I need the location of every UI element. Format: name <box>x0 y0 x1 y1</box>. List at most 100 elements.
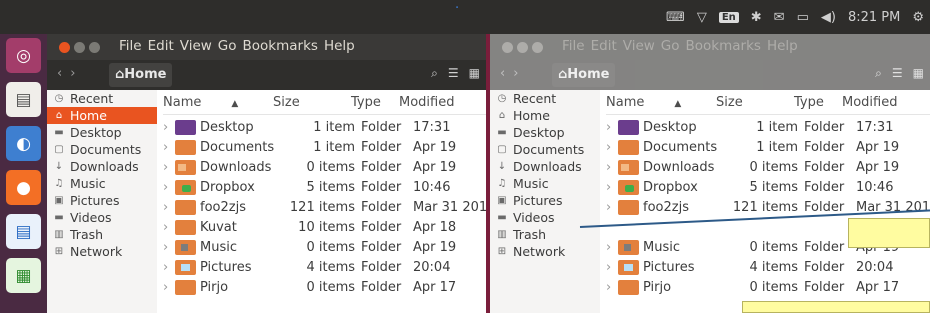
maximize-icon[interactable] <box>89 42 100 53</box>
sidebar-item-music[interactable]: ♫ Music <box>490 175 600 192</box>
sidebar-item-trash[interactable]: ▥ Trash <box>47 226 157 243</box>
expand-icon[interactable]: › <box>606 260 614 275</box>
expand-icon[interactable]: › <box>163 180 171 195</box>
expand-icon[interactable]: › <box>163 220 171 235</box>
column-name[interactable]: Name ▲ <box>163 95 273 110</box>
menu-go[interactable]: Go <box>661 38 680 54</box>
sidebar-item-home[interactable]: ⌂ Home <box>47 107 157 124</box>
menu-help[interactable]: Help <box>324 38 355 54</box>
back-forward-buttons[interactable]: ‹› <box>500 66 526 81</box>
column-name[interactable]: Name ▲ <box>606 95 716 110</box>
sidebar-item-videos[interactable]: ▬ Videos <box>490 209 600 226</box>
expand-icon[interactable]: › <box>163 200 171 215</box>
firefox-icon[interactable]: ● <box>6 170 41 205</box>
list-view-icon[interactable]: ☰ <box>448 66 459 81</box>
sidebar-item-pictures[interactable]: ▣ Pictures <box>47 192 157 209</box>
sidebar-item-documents[interactable]: ▢ Documents <box>47 141 157 158</box>
browser-icon[interactable]: ◐ <box>6 126 41 161</box>
sidebar-item-trash[interactable]: ▥ Trash <box>490 226 600 243</box>
table-row[interactable]: ›foo2zjs121 itemsFolderMar 31 2017 <box>606 197 930 217</box>
mail-icon[interactable]: ✉ <box>774 10 785 25</box>
expand-icon[interactable]: › <box>163 260 171 275</box>
expand-icon[interactable]: › <box>163 140 171 155</box>
sidebar-item-recent[interactable]: ◷ Recent <box>490 90 600 107</box>
sidebar-item-recent[interactable]: ◷ Recent <box>47 90 157 107</box>
menu-help[interactable]: Help <box>767 38 798 54</box>
expand-icon[interactable]: › <box>606 120 614 135</box>
keyboard-icon[interactable]: ⌨ <box>666 10 685 25</box>
column-modified[interactable]: Modified <box>840 95 897 110</box>
breadcrumb-home[interactable]: ⌂Home <box>109 63 173 87</box>
table-row[interactable]: › Downloads 0 items Folder Apr 19 <box>163 157 456 177</box>
minimize-icon[interactable] <box>517 42 528 53</box>
breadcrumb-home[interactable]: ⌂Home <box>552 63 616 87</box>
expand-icon[interactable]: › <box>163 120 171 135</box>
sidebar-item-desktop[interactable]: ▬ Desktop <box>490 124 600 141</box>
table-row[interactable]: › Kuvat 10 items Folder Apr 18 <box>163 217 456 237</box>
close-icon[interactable] <box>59 42 70 53</box>
expand-icon[interactable]: › <box>163 240 171 255</box>
sidebar-item-documents[interactable]: ▢ Documents <box>490 141 600 158</box>
column-type[interactable]: Type <box>333 95 397 110</box>
maximize-icon[interactable] <box>532 42 543 53</box>
bluetooth-icon[interactable]: ✱ <box>751 10 762 25</box>
table-row[interactable]: › Dropbox 5 items Folder 10:46 <box>606 177 893 197</box>
sidebar-item-home[interactable]: ⌂ Home <box>490 107 600 124</box>
table-row[interactable]: › Pictures 4 items Folder 20:04 <box>163 257 450 277</box>
battery-icon[interactable]: ▭ <box>797 10 809 25</box>
expand-icon[interactable]: › <box>606 240 614 255</box>
gear-icon[interactable]: ⚙ <box>912 10 924 25</box>
search-icon[interactable]: ⌕ <box>431 66 438 81</box>
volume-icon[interactable]: ◀) <box>821 10 836 25</box>
menu-edit[interactable]: Edit <box>591 38 617 54</box>
menu-bookmarks[interactable]: Bookmarks <box>686 38 761 54</box>
grid-view-icon[interactable]: ▦ <box>913 66 924 81</box>
table-row[interactable]: › Downloads 0 items Folder Apr 19 <box>606 157 899 177</box>
table-row[interactable]: › Music 0 items Folder Apr 19 <box>163 237 456 257</box>
grid-view-icon[interactable]: ▦ <box>469 66 480 81</box>
table-row[interactable]: › Desktop 1 item Folder 17:31 <box>163 117 450 137</box>
expand-icon[interactable]: › <box>606 200 614 215</box>
column-modified[interactable]: Modified <box>397 95 454 110</box>
back-forward-buttons[interactable]: ‹› <box>57 66 83 81</box>
expand-icon[interactable]: › <box>606 160 614 175</box>
menu-view[interactable]: View <box>623 38 655 54</box>
expand-icon[interactable]: › <box>606 280 614 295</box>
table-row[interactable]: › Desktop 1 item Folder 17:31 <box>606 117 893 137</box>
calc-icon[interactable]: ▦ <box>6 258 41 293</box>
menu-file[interactable]: File <box>119 38 142 54</box>
search-icon[interactable]: ⌕ <box>875 66 882 81</box>
sidebar-item-network[interactable]: ⊞ Network <box>490 243 600 260</box>
minimize-icon[interactable] <box>74 42 85 53</box>
clock[interactable]: 8:21 PM <box>848 10 900 25</box>
close-icon[interactable] <box>502 42 513 53</box>
sidebar-item-network[interactable]: ⊞ Network <box>47 243 157 260</box>
menu-bookmarks[interactable]: Bookmarks <box>243 38 318 54</box>
menu-go[interactable]: Go <box>218 38 237 54</box>
table-row[interactable]: ›foo2zjs121 itemsFolderMar 31 2017 <box>163 197 486 217</box>
sidebar-item-downloads[interactable]: ↓ Downloads <box>47 158 157 175</box>
sidebar-item-pictures[interactable]: ▣ Pictures <box>490 192 600 209</box>
writer-icon[interactable]: ▤ <box>6 214 41 249</box>
column-size[interactable]: Size <box>273 95 333 110</box>
table-row[interactable]: › Pictures 4 items Folder 20:04 <box>606 257 893 277</box>
expand-icon[interactable]: › <box>163 280 171 295</box>
table-row[interactable]: › Documents 1 item Folder Apr 19 <box>606 137 899 157</box>
input-indicator[interactable]: En <box>718 11 739 23</box>
table-row[interactable]: › Dropbox 5 items Folder 10:46 <box>163 177 450 197</box>
files-icon[interactable]: ▤ <box>6 82 41 117</box>
table-row[interactable]: › Pirjo 0 items Folder Apr 17 <box>163 277 456 297</box>
column-size[interactable]: Size <box>716 95 776 110</box>
menu-file[interactable]: File <box>562 38 585 54</box>
ubuntu-dash-icon[interactable]: ◎ <box>6 38 41 73</box>
menu-view[interactable]: View <box>180 38 212 54</box>
sidebar-item-downloads[interactable]: ↓ Downloads <box>490 158 600 175</box>
table-row[interactable]: › Pirjo 0 items Folder Apr 17 <box>606 277 899 297</box>
list-view-icon[interactable]: ☰ <box>892 66 903 81</box>
sidebar-item-desktop[interactable]: ▬ Desktop <box>47 124 157 141</box>
expand-icon[interactable]: › <box>606 140 614 155</box>
table-row[interactable]: › Documents 1 item Folder Apr 19 <box>163 137 456 157</box>
expand-icon[interactable]: › <box>163 160 171 175</box>
expand-icon[interactable]: › <box>606 180 614 195</box>
menu-edit[interactable]: Edit <box>148 38 174 54</box>
